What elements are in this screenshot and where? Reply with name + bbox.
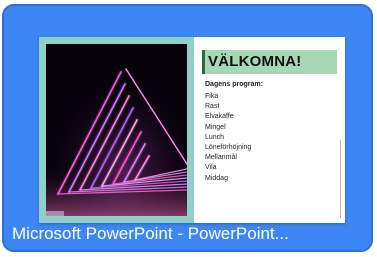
- program-heading: Dagens program:: [205, 81, 263, 88]
- divider-line: [340, 140, 341, 218]
- image-corner-mark: [46, 211, 64, 216]
- neon-light-image: [46, 44, 187, 216]
- program-list: Fika Rast Elvakaffe Mingel Lunch Löneförhöjni…: [205, 92, 251, 184]
- program-item: Vila: [205, 164, 217, 172]
- program-item: Mellanmål: [205, 154, 237, 162]
- slide-preview: VÄLKOMNA! Dagens program: Fika Rast Elvaka…: [39, 37, 345, 223]
- slide-image-frame: [39, 37, 194, 223]
- app-window-thumbnail[interactable]: VÄLKOMNA! Dagens program: Fika Rast Elvaka…: [2, 4, 373, 252]
- program-item: Middag: [205, 174, 228, 182]
- slide-text-area: VÄLKOMNA! Dagens program: Fika Rast Elvaka…: [202, 44, 342, 220]
- program-item: Fika: [205, 93, 219, 100]
- program-item: Elvakaffe: [205, 113, 234, 121]
- program-item: Löneförhöjning: [205, 144, 252, 152]
- program-item: Lunch: [205, 133, 225, 141]
- window-caption: Microsoft PowerPoint - PowerPoint...: [12, 224, 289, 243]
- program-item: Mingel: [205, 123, 226, 131]
- program-item: Rast: [205, 103, 220, 111]
- slide-title: VÄLKOMNA!: [202, 50, 337, 74]
